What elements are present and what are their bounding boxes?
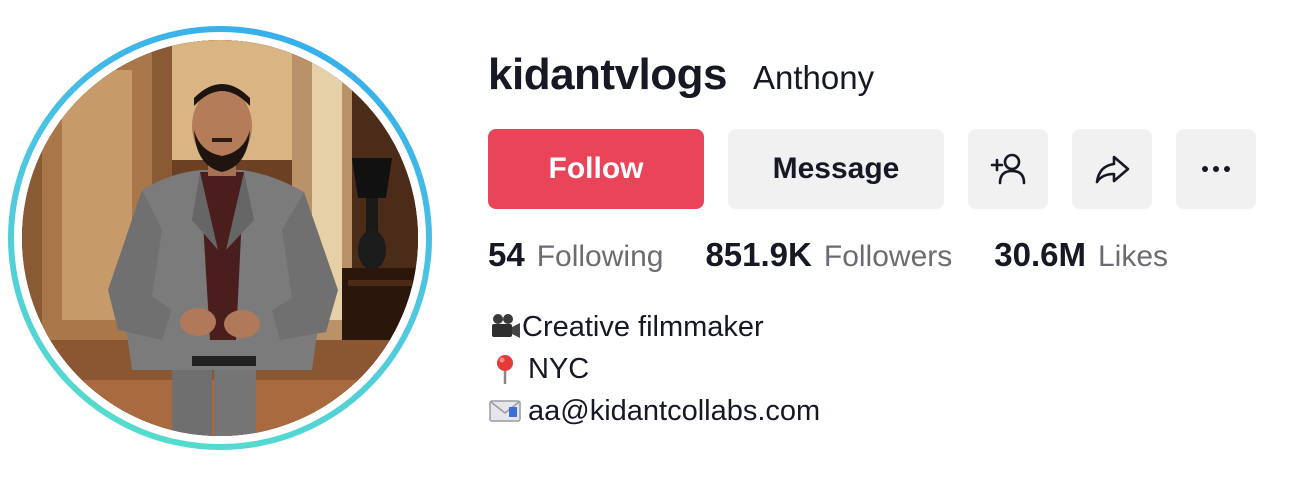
share-button[interactable] [1072,129,1152,209]
profile-names: kidantvlogs Anthony [488,50,874,100]
bio-line: NYC [488,348,820,390]
profile-stats: 54 Following 851.9K Followers 30.6M Like… [488,236,1210,274]
video-camera-icon [488,310,522,344]
follow-button[interactable]: Follow [488,129,704,209]
pushpin-icon [488,352,522,386]
add-friend-button[interactable] [968,129,1048,209]
envelope-icon [488,394,522,428]
avatar-border [14,32,426,444]
add-person-icon [990,153,1026,185]
profile-info: kidantvlogs Anthony Follow Message 54 Fo… [488,0,1278,482]
more-dots-icon [1202,166,1230,172]
stat-following[interactable]: 54 Following [488,236,663,274]
stat-value: 54 [488,236,525,273]
username: kidantvlogs [488,50,728,99]
profile-bio: Creative filmmaker NYC aa@kidantcollabs.… [488,306,820,432]
bio-text: NYC [528,353,590,385]
message-button[interactable]: Message [728,129,944,209]
share-arrow-icon [1095,155,1130,184]
bio-line: aa@kidantcollabs.com [488,390,820,432]
stat-value: 851.9K [705,236,812,273]
profile-actions: Follow Message [488,129,1256,209]
bio-text: Creative filmmaker [522,311,764,343]
stat-likes: 30.6M Likes [994,236,1168,274]
more-button[interactable] [1176,129,1256,209]
stat-label: Following [536,240,664,273]
stat-label: Likes [1097,240,1169,273]
avatar-ring [8,26,432,450]
stat-value: 30.6M [994,236,1086,273]
avatar-photo-illustration [22,40,418,436]
stat-label: Followers [823,240,953,273]
nickname: Anthony [753,59,875,96]
stat-followers[interactable]: 851.9K Followers [705,236,952,274]
bio-text: aa@kidantcollabs.com [528,395,821,427]
avatar[interactable] [22,40,418,436]
bio-line: Creative filmmaker [488,306,820,348]
